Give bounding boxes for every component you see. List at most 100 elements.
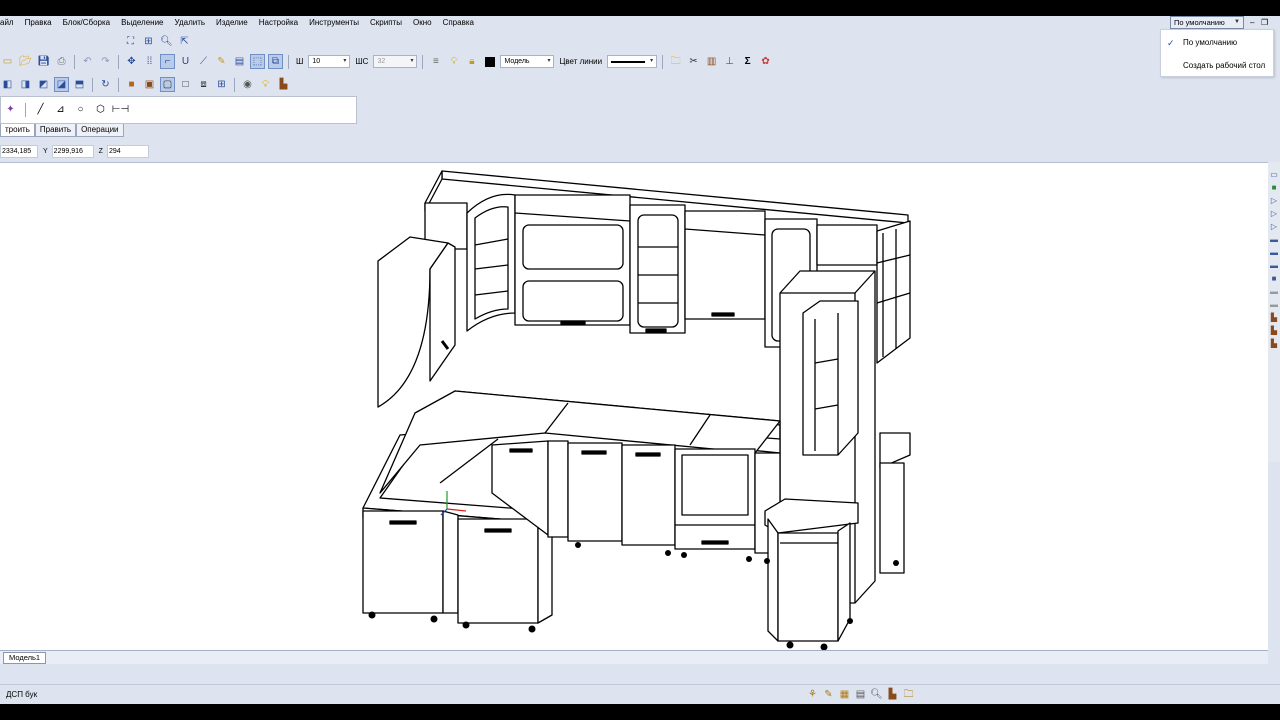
block-icon[interactable]: ■ — [1269, 274, 1279, 284]
rotate-icon[interactable]: ↻ — [98, 77, 113, 92]
menu-file[interactable]: айл — [0, 16, 20, 30]
shaded-icon[interactable]: ■ — [124, 77, 139, 92]
menu-window[interactable]: Окно — [408, 16, 438, 30]
snap-object-icon[interactable]: ⧉ — [268, 54, 283, 69]
edge-icon[interactable]: ▬ — [1269, 261, 1279, 271]
furniture-icon[interactable]: ▙ — [1269, 326, 1279, 336]
zoom-icon[interactable]: 🔍︎ — [159, 34, 174, 49]
edge-icon[interactable]: ▬ — [1269, 235, 1279, 245]
zoom-all-icon[interactable]: ⛶ — [123, 34, 138, 49]
view-right-icon[interactable]: ◩ — [36, 77, 51, 92]
hidden-line-icon[interactable]: □ — [178, 77, 193, 92]
sigma-icon[interactable]: Σ — [740, 54, 755, 69]
box-green-icon[interactable]: ■ — [1269, 183, 1279, 193]
wireframe-icon[interactable]: ▢ — [160, 77, 175, 92]
tab-edit[interactable]: Править — [34, 124, 77, 137]
open-folder-icon[interactable]: 📂︎ — [18, 54, 33, 69]
stamp-icon[interactable]: ⊥ — [722, 54, 737, 69]
workspace-option-create[interactable]: Создать рабочий стол — [1183, 61, 1265, 70]
ortho-icon[interactable]: ⌐ — [160, 54, 175, 69]
pan-icon[interactable]: ⇱ — [177, 34, 192, 49]
select-icon[interactable]: ⬚ — [250, 54, 265, 69]
grid-snap-icon[interactable]: ⁞⁞ — [142, 54, 157, 69]
minimize-button[interactable]: – — [1250, 16, 1254, 29]
pencil-icon[interactable]: ✎ — [214, 54, 229, 69]
x-coordinate-field[interactable]: 2334,185 — [0, 144, 38, 158]
paint-icon[interactable]: ✦ — [3, 103, 18, 118]
line-type-select[interactable]: ▾ — [607, 55, 658, 68]
measure-icon[interactable]: ⟋ — [196, 54, 211, 69]
menu-scripts[interactable]: Скрипты — [365, 16, 408, 30]
light-icon[interactable]: 💡︎ — [258, 77, 273, 92]
bulb-icon[interactable]: 💡︎ — [446, 54, 461, 69]
eye-icon[interactable]: ◉ — [240, 77, 255, 92]
properties-icon[interactable]: ▤ — [854, 688, 867, 701]
move-icon[interactable]: ✥ — [124, 54, 139, 69]
view-front-icon[interactable]: ◨ — [18, 77, 33, 92]
polygon-icon[interactable]: ⬡ — [93, 103, 108, 118]
print-icon[interactable]: ⎙ — [54, 54, 69, 69]
trim-icon[interactable]: ▷ — [1269, 222, 1279, 232]
furniture-icon[interactable]: ▙ — [1269, 339, 1279, 349]
undo-icon[interactable]: ↶ — [80, 54, 95, 69]
table-icon[interactable]: ⊞ — [214, 77, 229, 92]
workspace-option-default[interactable]: По умолчанию — [1183, 38, 1237, 47]
tab-operations[interactable]: Операции — [76, 124, 124, 137]
furniture-icon[interactable]: ▙ — [1269, 313, 1279, 323]
menu-settings[interactable]: Настройка — [254, 16, 304, 30]
gray-panel-icon[interactable]: ▬ — [1269, 287, 1279, 297]
menu-edit[interactable]: Правка — [20, 16, 58, 30]
gray-panel-icon[interactable]: ▬ — [1269, 300, 1279, 310]
cabinet-icon[interactable]: ▙ — [886, 688, 899, 701]
folder-icon[interactable]: 🗀 — [902, 688, 915, 701]
width-field[interactable]: 10 ▾ — [308, 55, 351, 68]
y-coordinate-field[interactable]: 2299,916 — [51, 144, 94, 158]
trim-icon[interactable]: ▷ — [1269, 209, 1279, 219]
view-iso-icon[interactable]: ◪ — [54, 77, 69, 92]
panel-icon[interactable]: ▭ — [1269, 170, 1279, 180]
scissors-icon[interactable]: ✂ — [686, 54, 701, 69]
line-icon[interactable]: ╱ — [33, 103, 48, 118]
open-icon[interactable]: ▭ — [0, 54, 15, 69]
menu-tools[interactable]: Инструменты — [304, 16, 365, 30]
layer-stack-icon[interactable]: ≡ — [428, 54, 443, 69]
tab-build[interactable]: троить — [0, 124, 35, 137]
zoom-window-icon[interactable]: ⊞ — [141, 34, 156, 49]
zoom-preview-icon[interactable]: 🔍︎ — [870, 688, 883, 701]
polyline-icon[interactable]: ⊿ — [53, 103, 68, 118]
layer-select[interactable]: Модель ▾ — [500, 55, 555, 68]
material-icon[interactable]: ▙ — [276, 77, 291, 92]
menu-product[interactable]: Изделие — [211, 16, 254, 30]
magnet-icon[interactable]: U — [178, 54, 193, 69]
folder-icon[interactable]: 🗀 — [668, 54, 683, 69]
dimension-icon[interactable]: ⊢⊣ — [112, 103, 129, 118]
view-left-icon[interactable]: ◧ — [0, 77, 15, 92]
shaded-edges-icon[interactable]: ▣ — [142, 77, 157, 92]
circle-icon[interactable]: ○ — [73, 103, 88, 118]
box-icon[interactable]: ⧈ — [196, 77, 211, 92]
z-coordinate-field[interactable]: 294 — [106, 144, 149, 158]
menu-selection[interactable]: Выделение — [116, 16, 169, 30]
redo-icon[interactable]: ↷ — [98, 54, 113, 69]
tab-model1[interactable]: Модель1 — [3, 652, 47, 664]
layer-value: Модель — [504, 58, 530, 65]
palette-icon[interactable]: ✿ — [758, 54, 773, 69]
trim-icon[interactable]: ▷ — [1269, 196, 1279, 206]
model-viewport[interactable] — [0, 162, 1268, 651]
menu-block-assembly[interactable]: Блок/Сборка — [58, 16, 116, 30]
view-top-icon[interactable]: ⬒ — [72, 77, 87, 92]
layers-icon[interactable]: ▤ — [232, 54, 247, 69]
tree-icon[interactable]: ⚘ — [806, 688, 819, 701]
save-icon[interactable]: 💾︎ — [36, 54, 51, 69]
lock-icon[interactable]: 🔒︎ — [464, 54, 479, 69]
height-field[interactable]: 32 ▾ — [373, 55, 418, 68]
edge-icon[interactable]: ▬ — [1269, 248, 1279, 258]
menu-delete[interactable]: Удалить — [170, 16, 212, 30]
cabinet-icon[interactable]: ▥ — [704, 54, 719, 69]
restore-button[interactable]: ❐ — [1261, 16, 1268, 29]
color-swatch[interactable] — [482, 54, 497, 69]
workspace-select[interactable]: По умолчанию ▼ — [1170, 16, 1244, 29]
menu-help[interactable]: Справка — [438, 16, 480, 30]
edit-list-icon[interactable]: ✎ — [822, 688, 835, 701]
grid-icon[interactable]: ▦ — [838, 688, 851, 701]
